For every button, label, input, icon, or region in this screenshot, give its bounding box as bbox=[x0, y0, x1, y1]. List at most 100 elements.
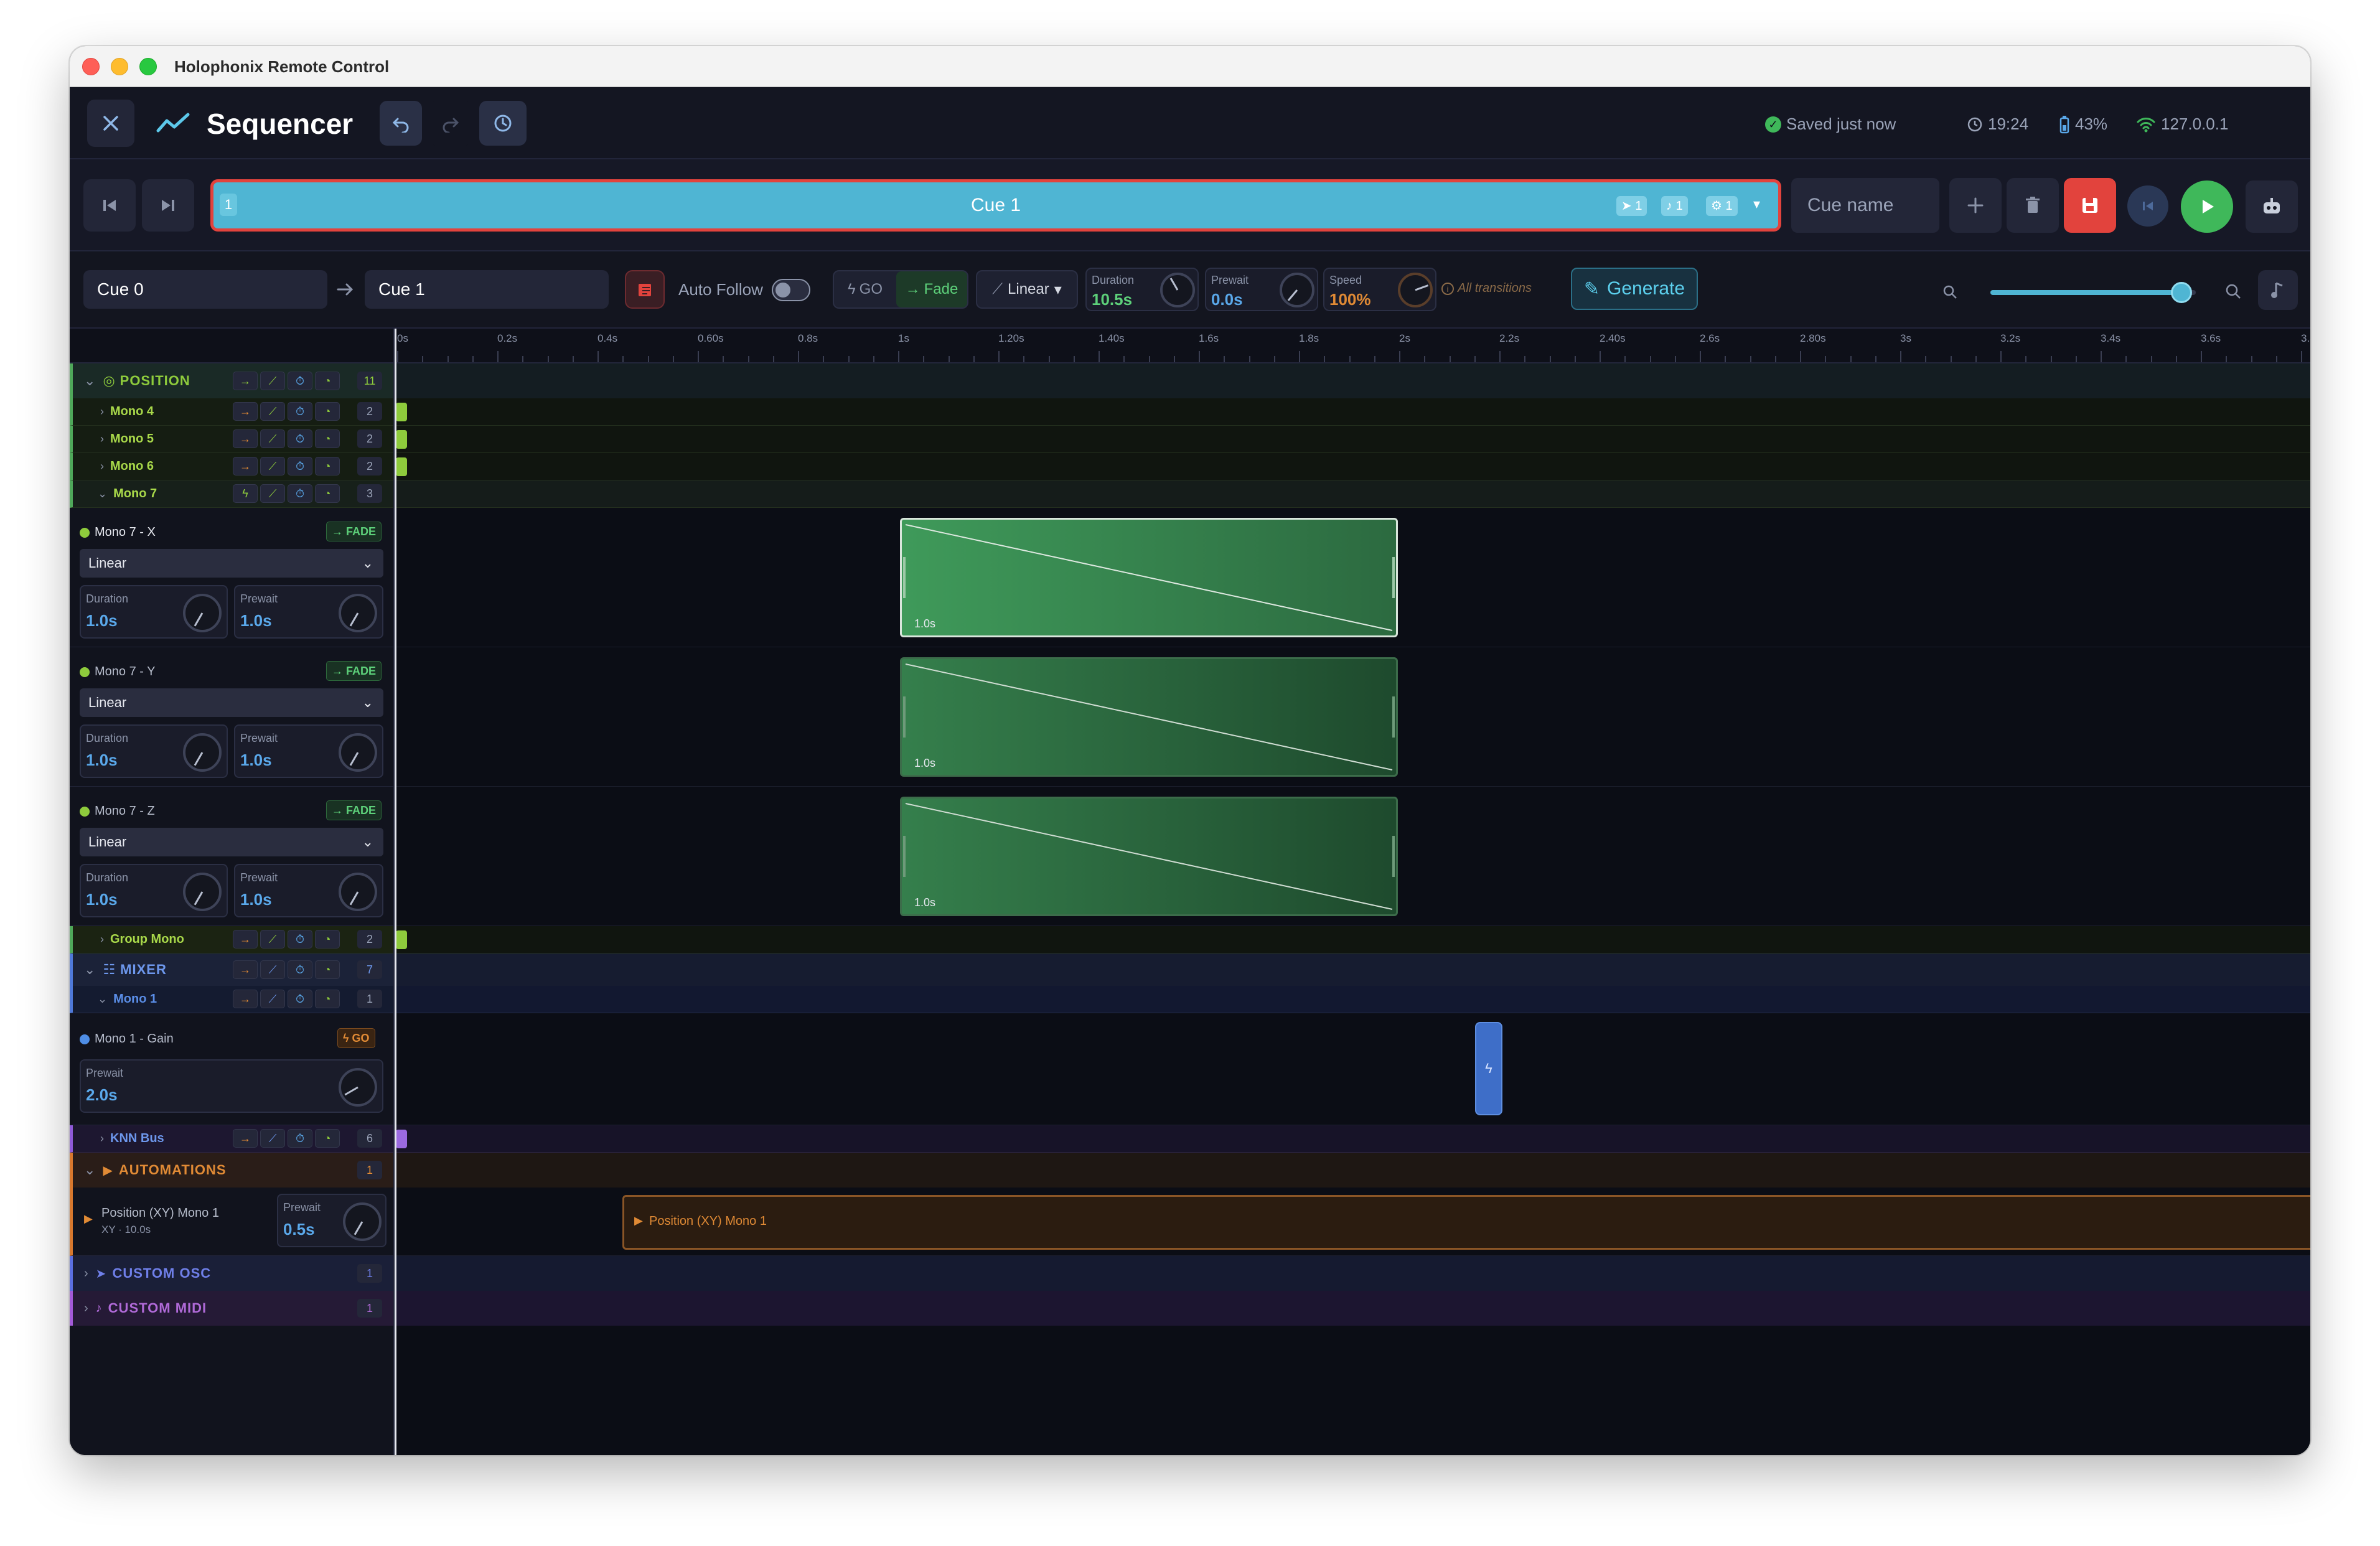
curve-select[interactable]: ⟋ Linear ▾ bbox=[976, 270, 1078, 309]
clip-end-handle[interactable] bbox=[1392, 557, 1395, 598]
keyframe-marker[interactable] bbox=[396, 430, 407, 449]
track-row-group-mono[interactable]: › Group Mono bbox=[70, 926, 393, 953]
chevron-right-icon[interactable]: › bbox=[100, 405, 104, 418]
current-cue-pill[interactable]: 1 Cue 1 ➤ 1 ♪ 1 ⚙ 1 ▾ bbox=[210, 179, 1781, 232]
chevron-down-icon[interactable]: ⌄ bbox=[84, 962, 95, 978]
speed-action-button[interactable]: ◔ bbox=[315, 990, 340, 1008]
duration-knob-x[interactable] bbox=[183, 594, 222, 632]
prewait-control-z[interactable]: Prewait 1.0s bbox=[234, 864, 383, 917]
chevron-right-icon[interactable]: › bbox=[84, 1267, 88, 1281]
prewait-control[interactable]: Prewait 0.0s bbox=[1205, 268, 1318, 311]
timer-action-button[interactable]: ⏱ bbox=[288, 930, 312, 949]
group-position-row[interactable]: ⌄ ◎ POSITION bbox=[70, 363, 393, 398]
track-row-mono1[interactable]: ⌄ Mono 1 bbox=[70, 986, 393, 1013]
keyframe-marker[interactable] bbox=[396, 1130, 407, 1148]
speed-action-button[interactable]: ◔ bbox=[315, 1129, 340, 1148]
speed-action-button[interactable]: ◔ bbox=[315, 372, 340, 390]
prewait-control-gain[interactable]: Prewait 2.0s bbox=[80, 1059, 383, 1113]
duration-knob-z[interactable] bbox=[183, 873, 222, 911]
last-cue-button[interactable] bbox=[142, 179, 194, 232]
duration-control-y[interactable]: Duration 1.0s bbox=[80, 724, 228, 778]
keyframe-marker[interactable] bbox=[396, 457, 407, 476]
close-sequencer-button[interactable] bbox=[87, 100, 134, 147]
undo-button[interactable] bbox=[380, 101, 422, 146]
prewait-control-automation[interactable]: Prewait 0.5s bbox=[277, 1194, 387, 1247]
cue-osc-chip[interactable]: ➤ 1 bbox=[1616, 196, 1647, 216]
prewait-knob[interactable] bbox=[1280, 273, 1314, 307]
curve-action-button[interactable]: ⟋ bbox=[260, 1129, 285, 1148]
zoom-out-icon[interactable] bbox=[1942, 284, 1958, 300]
cue-name-input[interactable]: Cue name bbox=[1791, 178, 1939, 233]
add-cue-button[interactable] bbox=[1949, 178, 2002, 233]
prewait-control-y[interactable]: Prewait 1.0s bbox=[234, 724, 383, 778]
speed-action-button[interactable]: ◔ bbox=[315, 429, 340, 448]
speed-action-button[interactable]: ◔ bbox=[315, 402, 340, 421]
keyframe-marker[interactable] bbox=[396, 403, 407, 421]
prewait-knob-x[interactable] bbox=[339, 594, 377, 632]
redo-button[interactable] bbox=[429, 101, 472, 146]
speed-action-button[interactable]: ◔ bbox=[315, 960, 340, 979]
timer-action-button[interactable]: ⏱ bbox=[288, 402, 312, 421]
duration-control-x[interactable]: Duration 1.0s bbox=[80, 585, 228, 639]
speed-action-button[interactable]: ◔ bbox=[315, 930, 340, 949]
chevron-right-icon[interactable]: › bbox=[100, 1132, 104, 1145]
prev-cue-button[interactable] bbox=[2127, 185, 2168, 227]
cue-action-chip[interactable]: ⚙ 1 bbox=[1706, 196, 1738, 216]
zoom-in-icon[interactable] bbox=[2224, 283, 2242, 300]
chevron-down-icon[interactable]: ⌄ bbox=[84, 373, 95, 389]
keyframe-marker[interactable] bbox=[396, 930, 407, 949]
assistant-button[interactable] bbox=[2246, 180, 2298, 233]
curve-action-button[interactable]: ⟋ bbox=[260, 990, 285, 1008]
play-button[interactable] bbox=[2181, 180, 2233, 233]
save-cue-button[interactable] bbox=[2064, 178, 2116, 233]
zoom-slider-thumb[interactable] bbox=[2170, 282, 2192, 303]
lightning-action-button[interactable]: ϟ bbox=[233, 484, 258, 503]
clip-start-handle[interactable] bbox=[903, 557, 906, 598]
chevron-right-icon[interactable]: › bbox=[100, 460, 104, 473]
chevron-right-icon[interactable]: › bbox=[100, 433, 104, 446]
curve-select-z[interactable]: Linear ⌄ bbox=[80, 828, 383, 856]
timeline-area[interactable]: 0s 0.2s 0.4s 0.60s 0.8s 1s 1.20s 1.40s 1.6s 1.8s 2… bbox=[395, 329, 2310, 1455]
auto-follow-toggle[interactable] bbox=[772, 279, 810, 301]
prewait-knob-z[interactable] bbox=[339, 873, 377, 911]
chevron-down-icon[interactable]: ⌄ bbox=[98, 993, 107, 1006]
param-mode-badge-z[interactable]: → FADE bbox=[326, 800, 382, 820]
timer-action-button[interactable]: ⏱ bbox=[288, 484, 312, 503]
chevron-down-icon[interactable]: ▾ bbox=[1753, 196, 1760, 212]
curve-action-button[interactable]: ⟋ bbox=[260, 402, 285, 421]
timer-action-button[interactable]: ⏱ bbox=[288, 372, 312, 390]
history-button[interactable] bbox=[479, 101, 527, 146]
duration-knob-y[interactable] bbox=[183, 733, 222, 772]
fade-clip-x[interactable]: 1.0s bbox=[900, 518, 1398, 637]
time-ruler[interactable]: 0s 0.2s 0.4s 0.60s 0.8s 1s 1.20s 1.40s 1.6s 1.8s 2… bbox=[395, 329, 2310, 363]
first-cue-button[interactable] bbox=[83, 179, 136, 232]
curve-action-button[interactable]: ⟋ bbox=[260, 930, 285, 949]
curve-action-button[interactable]: ⟋ bbox=[260, 457, 285, 476]
automation-clip[interactable]: ▶ Position (XY) Mono 1 bbox=[622, 1195, 2310, 1250]
track-row-mono6[interactable]: › Mono 6 bbox=[70, 453, 393, 480]
fade-action-button[interactable]: → bbox=[233, 960, 258, 979]
param-mode-badge-gain[interactable]: ϟ GO bbox=[337, 1028, 375, 1048]
fade-clip-y[interactable]: 1.0s bbox=[900, 657, 1398, 777]
to-cue-field[interactable]: Cue 1 bbox=[365, 270, 609, 309]
group-mixer-row[interactable]: ⌄ ☷ MIXER bbox=[70, 953, 393, 986]
zoom-slider[interactable] bbox=[1990, 282, 2196, 303]
prewait-knob-gain[interactable] bbox=[339, 1068, 377, 1107]
curve-action-button[interactable]: ⟋ bbox=[260, 484, 285, 503]
chevron-right-icon[interactable]: › bbox=[100, 933, 104, 946]
fade-action-button[interactable]: → bbox=[233, 429, 258, 448]
speed-action-button[interactable]: ◔ bbox=[315, 484, 340, 503]
minimize-window-button[interactable] bbox=[111, 58, 128, 75]
param-mode-badge-x[interactable]: → FADE bbox=[326, 522, 382, 541]
cue-midi-chip[interactable]: ♪ 1 bbox=[1661, 196, 1688, 216]
clip-end-handle[interactable] bbox=[1392, 836, 1395, 877]
chevron-down-icon[interactable]: ⌄ bbox=[84, 1162, 95, 1178]
timer-action-button[interactable]: ⏱ bbox=[288, 990, 312, 1008]
clear-transitions-button[interactable] bbox=[625, 270, 665, 309]
timer-action-button[interactable]: ⏱ bbox=[288, 960, 312, 979]
playhead[interactable] bbox=[395, 329, 396, 1455]
track-row-knn-bus[interactable]: › KNN Bus bbox=[70, 1125, 393, 1153]
chevron-down-icon[interactable]: ⌄ bbox=[98, 487, 107, 500]
fade-action-button[interactable]: → bbox=[233, 457, 258, 476]
clip-end-handle[interactable] bbox=[1392, 696, 1395, 738]
